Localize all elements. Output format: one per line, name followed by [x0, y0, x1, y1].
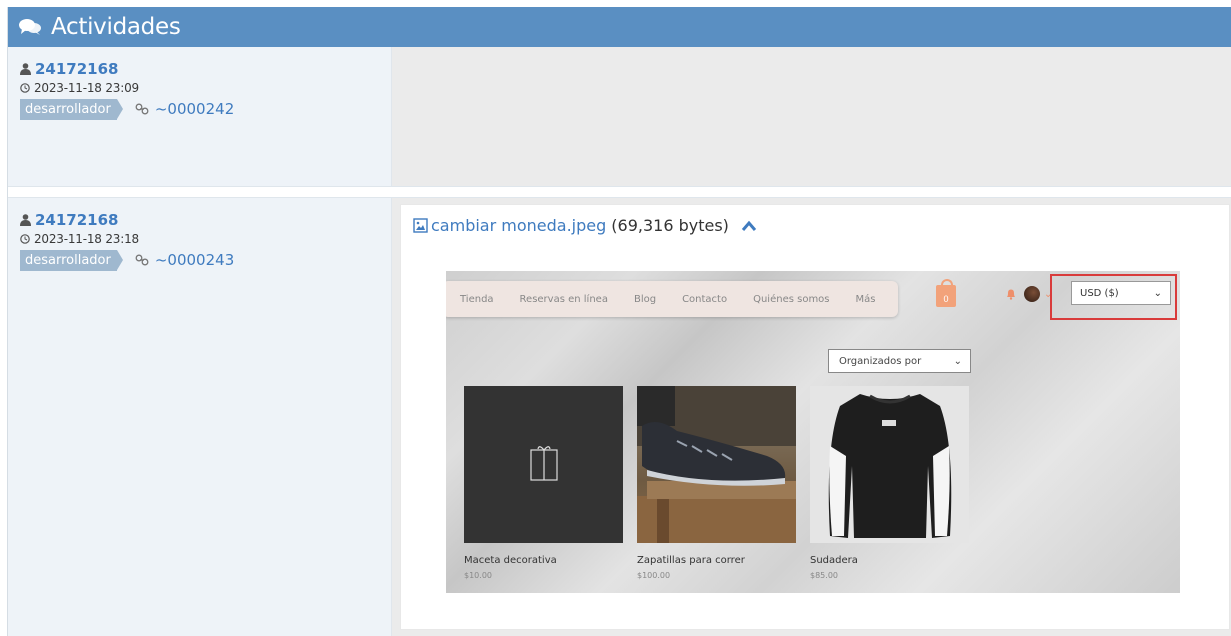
- attachment-header: cambiar moneda.jpeg (69,316 bytes): [413, 216, 757, 235]
- user-link[interactable]: 24172168: [35, 60, 119, 78]
- relation-link[interactable]: ~0000243: [135, 251, 234, 269]
- chevron-up-icon[interactable]: [741, 220, 757, 232]
- role-tag: desarrollador: [20, 99, 117, 120]
- image-file-icon: [413, 218, 428, 233]
- shoe-photo: [637, 386, 796, 543]
- row-separator: [8, 187, 1231, 197]
- shopping-bag-icon: 0: [936, 279, 956, 307]
- sort-value: Organizados por: [839, 355, 922, 367]
- user-link[interactable]: 24172168: [35, 211, 119, 229]
- product-name: Sudadera: [810, 555, 858, 566]
- activities-widget: Actividades 24172168 2023-11-18 23:09 de…: [7, 7, 1231, 636]
- date-text: 2023-11-18 23:09: [34, 81, 139, 95]
- relation-link-text[interactable]: ~0000243: [155, 251, 234, 269]
- widget-title: Actividades: [51, 14, 181, 40]
- product-name: Zapatillas para correr: [637, 555, 745, 566]
- activity-content: [392, 47, 1231, 186]
- role-tag: desarrollador: [20, 250, 117, 271]
- activity-content: cambiar moneda.jpeg (69,316 bytes) Tiend…: [392, 198, 1231, 636]
- link-icon: [135, 254, 149, 266]
- preview-nav-item: Blog: [633, 293, 657, 305]
- activity-row: 24172168 2023-11-18 23:09 desarrollador: [8, 47, 1231, 187]
- activity-date: 2023-11-18 23:18: [20, 232, 391, 246]
- preview-nav-item: Reservas en línea: [519, 293, 608, 305]
- activity-tags: desarrollador ~0000243: [20, 250, 391, 271]
- attachment-size: (69,316 bytes): [611, 216, 729, 235]
- preview-nav-item: Tienda: [460, 293, 494, 305]
- activity-row: 24172168 2023-11-18 23:18 desarrollador: [8, 197, 1231, 636]
- gift-icon: [530, 446, 558, 481]
- product-price: $10.00: [464, 571, 492, 580]
- user-icon: [20, 214, 31, 226]
- preview-nav-item: Más: [855, 293, 876, 305]
- preview-nav-item: Contacto: [682, 293, 728, 305]
- bell-icon: [1007, 289, 1015, 300]
- activity-date: 2023-11-18 23:09: [20, 81, 391, 95]
- product-price: $100.00: [637, 571, 671, 580]
- attachment-panel: cambiar moneda.jpeg (69,316 bytes) Tiend…: [400, 204, 1230, 630]
- relation-link-text[interactable]: ~0000242: [155, 100, 234, 118]
- attachment-image[interactable]: Tienda Reservas en línea Blog Contacto Q…: [446, 271, 1180, 593]
- product-price: $85.00: [810, 571, 838, 580]
- comments-icon: [19, 19, 41, 35]
- sort-select: Organizados por ⌄: [828, 349, 971, 373]
- activity-meta: 24172168 2023-11-18 23:09 desarrollador: [8, 47, 392, 186]
- date-text: 2023-11-18 23:18: [34, 232, 139, 246]
- sweatshirt-photo: [828, 394, 952, 538]
- activity-user: 24172168: [20, 211, 391, 229]
- chevron-down-icon: ⌄: [953, 355, 962, 367]
- preview-nav-item: Quiénes somos: [753, 293, 830, 305]
- highlight-box: [1050, 274, 1177, 320]
- widget-header: Actividades: [8, 7, 1231, 47]
- relation-link[interactable]: ~0000242: [135, 100, 234, 118]
- activity-meta: 24172168 2023-11-18 23:18 desarrollador: [8, 198, 392, 636]
- clock-icon: [20, 83, 30, 93]
- clock-icon: [20, 234, 30, 244]
- product-card: Maceta decorativa $10.00: [464, 386, 623, 580]
- preview-navbar: Tienda Reservas en línea Blog Contacto Q…: [446, 281, 898, 317]
- activity-tags: desarrollador ~0000242: [20, 99, 391, 120]
- product-card: Sudadera $85.00: [810, 386, 969, 580]
- product-image: [810, 386, 969, 543]
- user-icon: [20, 63, 31, 75]
- activity-user: 24172168: [20, 60, 391, 78]
- avatar: [1024, 286, 1040, 302]
- product-name: Maceta decorativa: [464, 555, 557, 566]
- product-card: Zapatillas para correr $100.00: [637, 386, 796, 580]
- product-image: [464, 386, 623, 543]
- product-image: [637, 386, 796, 543]
- link-icon: [135, 103, 149, 115]
- attachment-filename[interactable]: cambiar moneda.jpeg: [431, 216, 606, 235]
